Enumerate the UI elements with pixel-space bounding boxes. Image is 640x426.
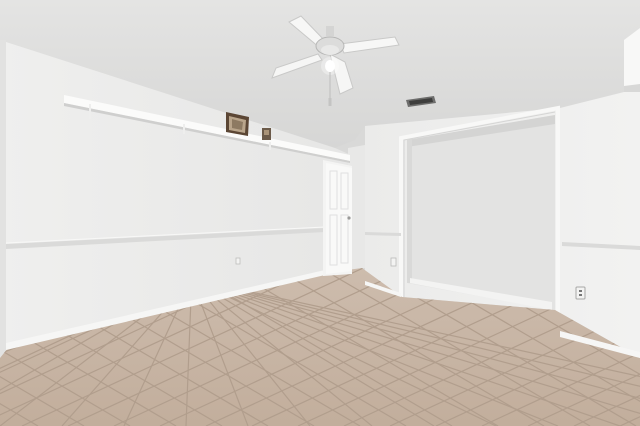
small-figurine: [262, 128, 271, 140]
alcove-opening: [407, 115, 555, 310]
small-outlet: [235, 257, 241, 265]
light-switch: [390, 257, 397, 267]
room-illustration: [0, 0, 640, 426]
door-knob: [347, 216, 351, 220]
room-photo: [0, 0, 640, 426]
wall-outlet: [575, 286, 586, 300]
